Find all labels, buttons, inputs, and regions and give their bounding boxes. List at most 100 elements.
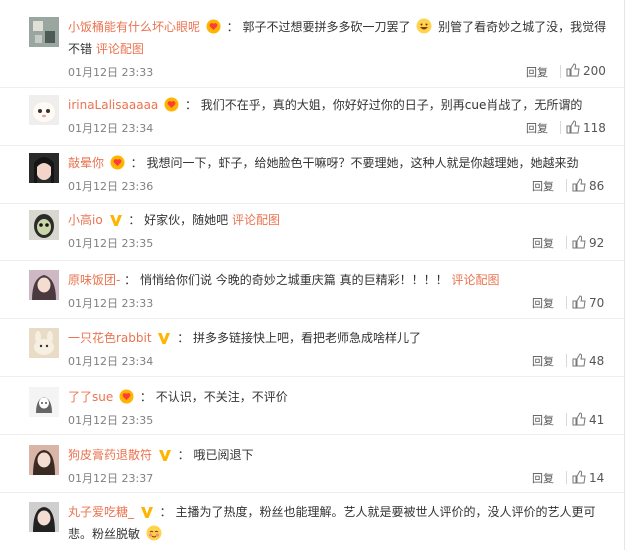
thumb-up-icon: [572, 235, 586, 249]
action-separator: [566, 413, 567, 426]
comment-divider: [0, 376, 624, 377]
member-heart-icon: [119, 389, 134, 404]
reply-button[interactable]: 回复: [532, 412, 554, 428]
like-count: 41: [589, 413, 605, 427]
like-button[interactable]: 86: [572, 178, 604, 193]
comment-line: irinaLalisaaaaa ： 我们不在乎，真的大姐，你好好过你的日子，别再…: [68, 94, 614, 116]
avatar[interactable]: [29, 502, 59, 532]
username-link[interactable]: 小饭桶能有什么坏心眼呢: [68, 20, 200, 34]
username-link[interactable]: 丸子爱吃糖_: [68, 505, 134, 519]
avatar[interactable]: [29, 210, 59, 240]
timestamp: 01月12日 23:37: [68, 472, 154, 485]
comment-divider: [0, 434, 624, 435]
blush-emoji-icon: [146, 525, 162, 541]
reply-button[interactable]: 回复: [526, 120, 548, 136]
action-separator: [566, 236, 567, 249]
comment-image-link[interactable]: 评论配图: [96, 42, 144, 56]
timestamp: 01月12日 23:34: [68, 355, 154, 368]
comment-line: 敲晕你 ： 我想问一下，虾子，给她脸色干嘛呀？不要理她，这种人就是你越理她，她越…: [68, 152, 614, 174]
comment-line: 一只花色rabbit ： 拼多多链接快上吧，看把老师急成啥样儿了: [68, 327, 614, 349]
like-button[interactable]: 48: [572, 353, 604, 368]
scroll-rule: [624, 0, 625, 550]
like-count: 70: [589, 296, 605, 310]
comment-item: 丸子爱吃糖_ ： 主播为了热度，粉丝也能理解。艺人就是要被世人评价的，没人评价的…: [0, 502, 624, 550]
action-separator: [560, 65, 561, 78]
action-separator: [560, 121, 561, 134]
comment-divider: [0, 260, 624, 261]
comment-text: ： 我们不在乎，真的大姐，你好好过你的日子，别再cue肖战了，无所谓的: [184, 98, 583, 112]
like-count: 200: [583, 64, 606, 78]
username-link[interactable]: 了了sue: [68, 390, 113, 404]
action-separator: [566, 354, 567, 367]
comment-image-link[interactable]: 评论配图: [451, 273, 499, 287]
verified-v-icon: [140, 507, 153, 518]
comment-line: 丸子爱吃糖_ ： 主播为了热度，粉丝也能理解。艺人就是要被世人评价的，没人评价的…: [68, 501, 602, 545]
like-count: 14: [589, 471, 605, 485]
timestamp: 01月12日 23:33: [68, 297, 154, 310]
comment-item: 原味饭团- ： 悄悄给你们说 今晚的奇妙之城重庆篇 真的巨精彩！！！！ 评论配图…: [0, 270, 624, 320]
like-button[interactable]: 92: [572, 235, 604, 250]
comment-text: ： 拼多多链接快上吧，看把老师急成啥样儿了: [177, 331, 422, 345]
thumb-up-icon: [572, 295, 586, 309]
avatar[interactable]: [29, 328, 59, 358]
like-count: 86: [589, 179, 605, 193]
timestamp: 01月12日 23:35: [68, 237, 154, 250]
username-link[interactable]: 小高io: [68, 213, 103, 227]
like-count: 48: [589, 354, 605, 368]
thumb-up-icon: [572, 353, 586, 367]
comment-line: 原味饭团- ： 悄悄给你们说 今晚的奇妙之城重庆篇 真的巨精彩！！！！ 评论配图: [68, 269, 614, 291]
verified-v-icon: [158, 333, 171, 344]
like-button[interactable]: 41: [572, 412, 604, 427]
reply-button[interactable]: 回复: [532, 178, 554, 194]
comment-divider: [0, 492, 624, 493]
thumb-up-icon: [566, 120, 580, 134]
username-link[interactable]: irinaLalisaaaaa: [68, 98, 158, 112]
member-heart-icon: [110, 155, 125, 170]
comment-divider: [0, 203, 624, 204]
avatar[interactable]: [29, 17, 59, 47]
reply-button[interactable]: 回复: [532, 235, 554, 251]
grin-emoji-icon: [416, 18, 432, 34]
action-separator: [566, 179, 567, 192]
comment-item: irinaLalisaaaaa ： 我们不在乎，真的大姐，你好好过你的日子，别再…: [0, 95, 624, 145]
like-button[interactable]: 14: [572, 470, 604, 485]
timestamp: 01月12日 23:34: [68, 122, 154, 135]
username-link[interactable]: 敲晕你: [68, 156, 104, 170]
comment-text: ： 我想问一下，虾子，给她脸色干嘛呀？不要理她，这种人就是你越理她，她越来劲: [130, 156, 579, 170]
timestamp: 01月12日 23:36: [68, 180, 154, 193]
comment-item: 小高io ： 好家伙，随她吧 评论配图 01月12日 23:35 回复 92: [0, 210, 624, 260]
thumb-up-icon: [572, 412, 586, 426]
avatar[interactable]: [29, 270, 59, 300]
avatar[interactable]: [29, 153, 59, 183]
avatar[interactable]: [29, 387, 59, 417]
reply-button[interactable]: 回复: [526, 64, 548, 80]
like-button[interactable]: 200: [566, 63, 606, 78]
like-button[interactable]: 70: [572, 295, 604, 310]
like-count: 118: [583, 121, 606, 135]
comment-text: ： 好家伙，随她吧: [128, 213, 232, 227]
avatar[interactable]: [29, 95, 59, 125]
member-heart-icon: [206, 19, 221, 34]
like-count: 92: [589, 236, 605, 250]
reply-button[interactable]: 回复: [532, 353, 554, 369]
username-link[interactable]: 狗皮膏药退散符: [68, 448, 152, 462]
like-button[interactable]: 118: [566, 120, 606, 135]
thumb-up-icon: [572, 178, 586, 192]
comment-line: 了了sue ： 不认识，不关注，不评价: [68, 386, 614, 408]
username-link[interactable]: 一只花色rabbit: [68, 331, 152, 345]
reply-button[interactable]: 回复: [532, 295, 554, 311]
username-link[interactable]: 原味饭团-: [68, 273, 120, 287]
comment-line: 狗皮膏药退散符 ： 哦已阅退下: [68, 444, 614, 466]
comment-item: 狗皮膏药退散符 ： 哦已阅退下 01月12日 23:37 回复 14: [0, 445, 624, 495]
comment-line: 小高io ： 好家伙，随她吧 评论配图: [68, 209, 614, 231]
comment-item: 了了sue ： 不认识，不关注，不评价 01月12日 23:35 回复 41: [0, 387, 624, 437]
verified-v-icon: [158, 450, 171, 461]
timestamp: 01月12日 23:35: [68, 414, 154, 427]
comment-text: ： 不认识，不关注，不评价: [139, 390, 288, 404]
reply-button[interactable]: 回复: [532, 470, 554, 486]
comment-image-link[interactable]: 评论配图: [232, 213, 280, 227]
comment-item: 敲晕你 ： 我想问一下，虾子，给她脸色干嘛呀？不要理她，这种人就是你越理她，她越…: [0, 153, 624, 203]
member-heart-icon: [164, 97, 179, 112]
verified-v-icon: [109, 215, 122, 226]
avatar[interactable]: [29, 445, 59, 475]
